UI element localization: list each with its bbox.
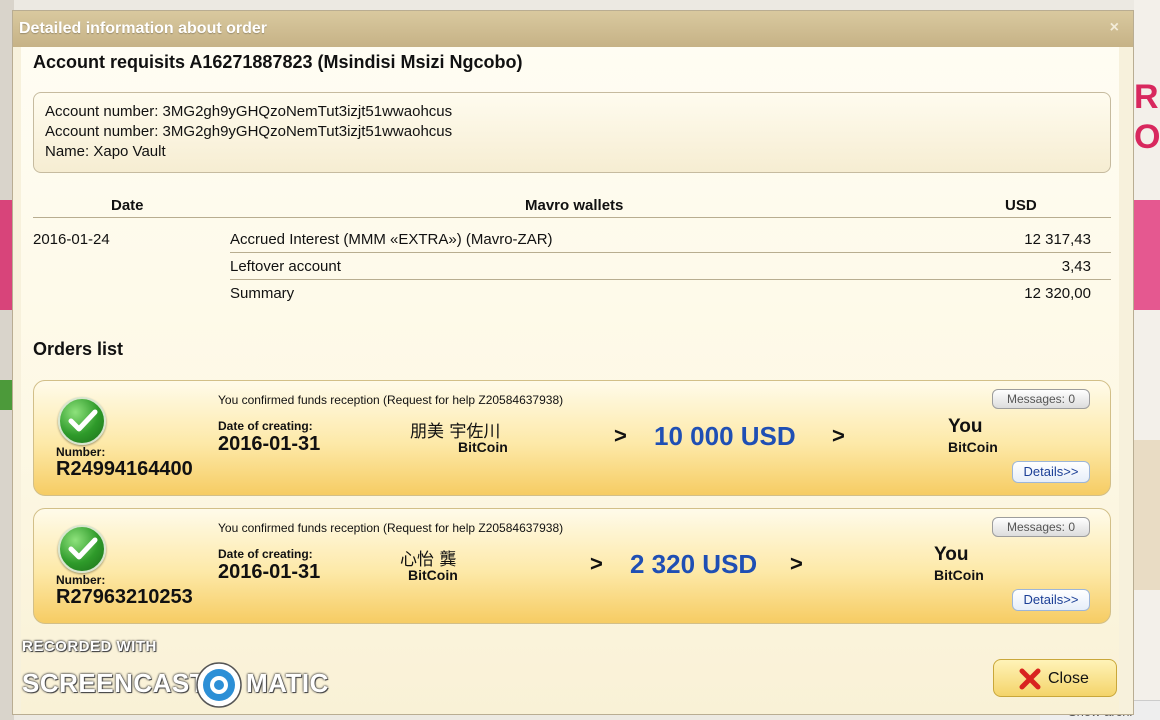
check-icon xyxy=(58,397,106,445)
column-header-usd: USD xyxy=(1005,197,1037,214)
account-name-line: Name: Xapo Vault xyxy=(45,143,166,160)
details-button[interactable]: Details>> xyxy=(1012,461,1090,483)
table-cell-label: Summary xyxy=(230,285,295,302)
sender-currency: BitCoin xyxy=(408,567,458,583)
receiver-currency: BitCoin xyxy=(948,439,998,455)
background-bar xyxy=(1134,440,1160,590)
dialog-content: Account requisits A16271887823 (Msindisi… xyxy=(21,47,1119,714)
table-cell-usd: 3,43 xyxy=(1061,258,1091,275)
orders-list-title: Orders list xyxy=(33,339,124,359)
background-right-strip: R O xyxy=(1134,0,1160,720)
order-details-dialog: Detailed information about order × Accou… xyxy=(12,10,1134,715)
table-divider xyxy=(33,217,1111,218)
date-of-creating-label: Date of creating: xyxy=(218,547,313,561)
receiver-currency: BitCoin xyxy=(934,567,984,583)
screencast-watermark: RECORDED WITH SCREENCAST MATIC xyxy=(22,638,328,708)
details-button[interactable]: Details>> xyxy=(1012,589,1090,611)
order-card: Number: R27963210253 You confirmed funds… xyxy=(33,508,1111,624)
account-requisits-title: Account requisits A16271887823 (Msindisi… xyxy=(33,52,523,72)
arrow-icon: > xyxy=(790,551,803,576)
column-header-wallets: Mavro wallets xyxy=(525,197,624,214)
red-x-icon xyxy=(1019,668,1041,690)
column-header-date: Date xyxy=(111,197,144,214)
arrow-icon: > xyxy=(614,423,627,448)
confirmation-text: You confirmed funds reception (Request f… xyxy=(218,393,564,407)
close-icon[interactable]: × xyxy=(1110,19,1119,37)
watermark-recorded-with: RECORDED WITH xyxy=(22,638,157,655)
order-amount: 10 000 USD xyxy=(654,421,796,451)
receiver-name: You xyxy=(934,544,969,565)
dialog-title: Detailed information about order xyxy=(19,20,268,37)
close-button[interactable]: Close xyxy=(993,659,1117,697)
order-number: R24994164400 xyxy=(56,458,193,480)
background-letter: R xyxy=(1134,78,1159,116)
watermark-word: SCREENCAST xyxy=(22,668,207,698)
account-number-line: Account number: 3MG2gh9yGHQzoNemTut3izjt… xyxy=(45,123,453,140)
close-button-label: Close xyxy=(1048,670,1089,687)
table-divider xyxy=(230,252,1111,253)
order-number-label: Number: xyxy=(56,573,106,587)
order-number: R27963210253 xyxy=(56,586,193,608)
date-of-creating-label: Date of creating: xyxy=(218,419,313,433)
arrow-icon: > xyxy=(590,551,603,576)
receiver-name: You xyxy=(948,416,983,437)
dialog-titlebar[interactable]: Detailed information about order × xyxy=(13,11,1133,47)
order-number-label: Number: xyxy=(56,445,106,459)
order-amount: 2 320 USD xyxy=(630,549,758,579)
check-icon xyxy=(58,525,106,573)
date-of-creating: 2016-01-31 xyxy=(218,561,321,583)
table-divider xyxy=(230,279,1111,280)
messages-button[interactable]: Messages: 0 xyxy=(992,517,1090,537)
table-cell-label: Leftover account xyxy=(230,258,341,275)
date-of-creating: 2016-01-31 xyxy=(218,433,321,455)
arrow-icon: > xyxy=(832,423,845,448)
screencast-logo-icon xyxy=(196,662,242,708)
background-pink-block xyxy=(1134,200,1160,310)
confirmation-text: You confirmed funds reception (Request f… xyxy=(218,521,564,535)
table-cell-date: 2016-01-24 xyxy=(33,231,110,248)
account-number-line: Account number: 3MG2gh9yGHQzoNemTut3izjt… xyxy=(45,103,453,120)
sender-currency: BitCoin xyxy=(458,439,508,455)
table-cell-usd: 12 317,43 xyxy=(1024,231,1091,248)
account-info-box: Account number: 3MG2gh9yGHQzoNemTut3izjt… xyxy=(33,92,1111,173)
background-letter: O xyxy=(1134,118,1160,156)
table-cell-usd: 12 320,00 xyxy=(1024,285,1091,302)
messages-button[interactable]: Messages: 0 xyxy=(992,389,1090,409)
order-card: Number: R24994164400 You confirmed funds… xyxy=(33,380,1111,496)
watermark-word: MATIC xyxy=(246,668,329,698)
table-cell-label: Accrued Interest (MMM «EXTRA») (Mavro-ZA… xyxy=(230,231,553,248)
